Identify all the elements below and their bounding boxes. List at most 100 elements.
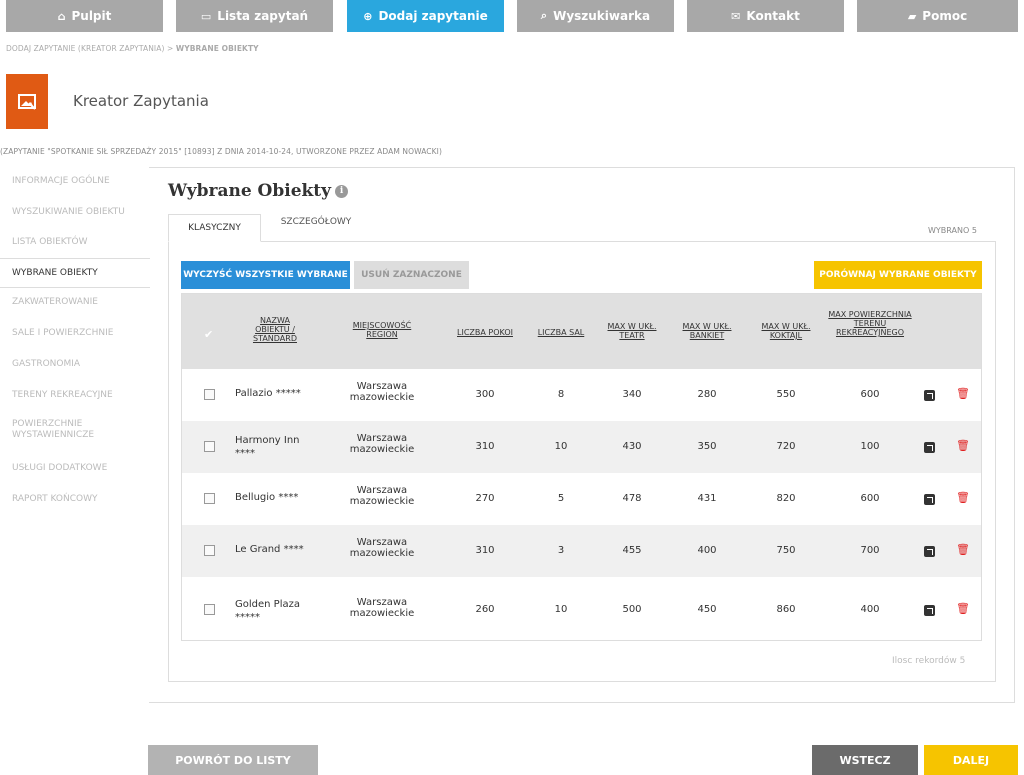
breadcrumb-path[interactable]: DODAJ ZAPYTANIE (KREATOR ZAPYTANIA) > xyxy=(6,44,176,53)
th-city[interactable]: MIEJSCOWOŚĆ REGION xyxy=(342,321,422,339)
cell-banquet: 450 xyxy=(697,604,717,615)
row-checkbox[interactable] xyxy=(204,493,215,504)
row-checkbox[interactable] xyxy=(204,441,215,452)
cell-banquet: 431 xyxy=(697,493,717,504)
sidebar-item-wyszukiwanie[interactable]: WYSZUKIWANIE OBIEKTU xyxy=(0,207,125,218)
cell-halls: 10 xyxy=(554,604,568,615)
cell-city-name: Warszawa xyxy=(356,597,408,608)
row-checkbox[interactable] xyxy=(204,545,215,556)
button-label: DALEJ xyxy=(952,753,990,767)
trash-icon[interactable]: 🗑 xyxy=(956,491,970,504)
cell-banquet: 400 xyxy=(697,545,717,556)
cell-banquet: 350 xyxy=(697,441,717,452)
th-halls[interactable]: LICZBA SAL xyxy=(530,328,592,337)
sidebar-item-raport[interactable]: RAPORT KOŃCOWY xyxy=(0,494,98,505)
cell-region: mazowieckie xyxy=(349,608,415,619)
sidebar-item-label: TERENY REKREACYJNE xyxy=(12,390,113,400)
cell-city-name: Warszawa xyxy=(356,381,408,392)
nav-label: Kontakt xyxy=(746,9,800,23)
compare-button[interactable]: PORÓWNAJ WYBRANE OBIEKTY xyxy=(814,261,982,289)
cell-city: Warszawa mazowieckie xyxy=(342,433,422,455)
nav-dodaj-zapytanie[interactable]: ⊕ Dodaj zapytanie xyxy=(347,0,504,32)
sidebar-item-gastronomia[interactable]: GASTRONOMIA xyxy=(0,359,80,370)
info-icon[interactable]: i xyxy=(335,185,349,198)
sidebar-item-sale[interactable]: SALE I POWIERZCHNIE xyxy=(0,328,113,339)
trash-icon[interactable]: 🗑 xyxy=(956,543,970,556)
cell-rec-area: 100 xyxy=(860,441,880,452)
button-label: PORÓWNAJ WYBRANE OBIEKTY xyxy=(819,270,977,280)
cell-city: Warszawa mazowieckie xyxy=(342,381,422,403)
nav-label: Dodaj zapytanie xyxy=(378,9,488,23)
chat-icon: ▭ xyxy=(200,9,212,23)
nav-label: Wyszukiwarka xyxy=(553,9,651,23)
nav-pomoc[interactable]: ▰ Pomoc xyxy=(857,0,1018,32)
cell-theater: 478 xyxy=(622,493,642,504)
cell-theater: 500 xyxy=(622,604,642,615)
sidebar-item-wybrane[interactable]: WYBRANE OBIEKTY xyxy=(0,258,150,288)
cell-rec-area: 400 xyxy=(860,604,880,615)
cell-cocktail: 820 xyxy=(776,493,796,504)
cell-city-name: Warszawa xyxy=(356,485,408,496)
sidebar-item-lista[interactable]: LISTA OBIEKTÓW xyxy=(0,237,87,248)
open-external-icon[interactable] xyxy=(924,494,935,505)
th-banquet[interactable]: MAX W UKŁ. BANKIET xyxy=(677,322,737,340)
table-header: ✔ NAZWA OBIEKTU / STANDARD MIEJSCOWOŚĆ R… xyxy=(182,294,981,369)
tab-label: KLASYCZNY xyxy=(188,223,241,233)
open-external-icon[interactable] xyxy=(924,605,935,616)
clear-all-button[interactable]: WYCZYŚĆ WSZYSTKIE WYBRANE xyxy=(181,261,350,289)
cell-halls: 5 xyxy=(557,493,565,504)
th-rec-area[interactable]: MAX POWIERZCHNIA TERENU REKREACYJNEGO xyxy=(828,310,912,337)
th-name[interactable]: NAZWA OBIEKTU / STANDARD xyxy=(244,316,306,343)
section-title: Wybrane Obiekty i xyxy=(168,181,349,201)
cell-theater: 340 xyxy=(622,389,642,400)
tab-label: SZCZEGÓŁOWY xyxy=(280,217,352,227)
button-label: USUŃ ZAZNACZONE xyxy=(361,270,462,280)
sidebar-item-zakwaterowanie[interactable]: ZAKWATEROWANIE xyxy=(0,297,98,308)
th-theater[interactable]: MAX W UKŁ. TEATR xyxy=(602,322,662,340)
button-label: WYCZYŚĆ WSZYSTKIE WYBRANE xyxy=(183,270,348,280)
nav-lista-zapytan[interactable]: ▭ Lista zapytań xyxy=(176,0,333,32)
cell-theater: 430 xyxy=(622,441,642,452)
nav-kontakt[interactable]: ✉ Kontakt xyxy=(687,0,844,32)
remove-selected-button[interactable]: USUŃ ZAZNACZONE xyxy=(354,261,469,289)
trash-icon[interactable]: 🗑 xyxy=(956,439,970,452)
sidebar-item-label: WYBRANE OBIEKTY xyxy=(12,268,98,278)
sidebar-item-powierzchnie[interactable]: POWIERZCHNIE WYSTAWIENNICZE xyxy=(0,419,125,441)
top-navigation: ⌂ Pulpit ▭ Lista zapytań ⊕ Dodaj zapytan… xyxy=(0,0,1024,32)
open-external-icon[interactable] xyxy=(924,390,935,401)
tab-klasyczny[interactable]: KLASYCZNY xyxy=(168,214,261,242)
cell-banquet: 280 xyxy=(697,389,717,400)
sidebar-item-tereny[interactable]: TERENY REKREACYJNE xyxy=(0,390,113,401)
cell-rooms: 260 xyxy=(475,604,495,615)
sidebar-item-label: WYSZUKIWANIE OBIEKTU xyxy=(12,207,125,217)
open-external-icon[interactable] xyxy=(924,546,935,557)
row-checkbox[interactable] xyxy=(204,604,215,615)
cell-rec-area: 600 xyxy=(860,389,880,400)
plus-circle-icon: ⊕ xyxy=(363,9,373,23)
cell-rec-area: 700 xyxy=(860,545,880,556)
trash-icon[interactable]: 🗑 xyxy=(956,387,970,400)
table-row: Harmony Inn **** Warszawa mazowieckie 310… xyxy=(182,421,981,473)
cell-halls: 3 xyxy=(557,545,565,556)
th-cocktail[interactable]: MAX W UKŁ. KOKTAJL xyxy=(756,322,816,340)
check-all-icon[interactable]: ✔ xyxy=(204,328,213,341)
button-label: WSTECZ xyxy=(839,753,891,767)
tab-szczegolowy[interactable]: SZCZEGÓŁOWY xyxy=(261,208,371,236)
row-checkbox[interactable] xyxy=(204,389,215,400)
search-icon: ⌕ xyxy=(540,9,548,22)
cell-halls: 10 xyxy=(554,441,568,452)
cell-cocktail: 860 xyxy=(776,604,796,615)
trash-icon[interactable]: 🗑 xyxy=(956,602,970,615)
nav-pulpit[interactable]: ⌂ Pulpit xyxy=(6,0,163,32)
th-rooms[interactable]: LICZBA POKOI xyxy=(450,328,520,337)
cell-city-name: Warszawa xyxy=(356,433,408,444)
sidebar-item-informacje[interactable]: INFORMACJE OGÓLNE xyxy=(0,176,110,187)
section-title-text: Wybrane Obiekty xyxy=(168,181,332,201)
cell-rec-area: 600 xyxy=(860,493,880,504)
sidebar-item-uslugi[interactable]: USŁUGI DODATKOWE xyxy=(0,463,107,474)
open-external-icon[interactable] xyxy=(924,442,935,453)
sidebar-item-label: INFORMACJE OGÓLNE xyxy=(12,176,110,186)
breadcrumb: DODAJ ZAPYTANIE (KREATOR ZAPYTANIA) > WY… xyxy=(6,44,259,53)
cell-name: Le Grand **** xyxy=(235,544,304,555)
nav-wyszukiwarka[interactable]: ⌕ Wyszukiwarka xyxy=(517,0,674,32)
